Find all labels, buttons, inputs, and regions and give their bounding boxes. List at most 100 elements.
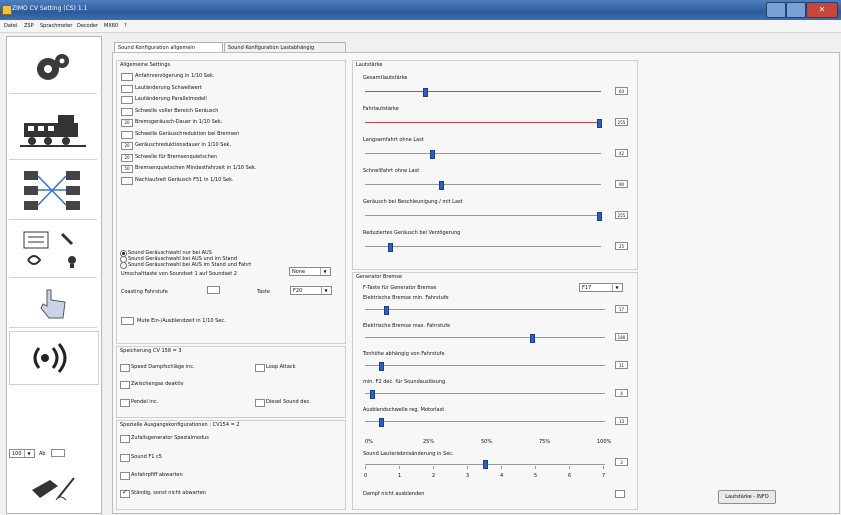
close-button[interactable]: ✕ bbox=[806, 2, 838, 18]
zwischengas-checkbox[interactable] bbox=[120, 381, 130, 389]
app-icon bbox=[2, 5, 12, 15]
delay-tick-label: 1 bbox=[398, 473, 402, 479]
radio-sound-fahrt[interactable] bbox=[120, 262, 127, 269]
setting-value-box[interactable] bbox=[121, 84, 133, 93]
menu-datei[interactable]: Datei bbox=[4, 23, 17, 29]
generator-slider-thumb[interactable] bbox=[369, 390, 375, 399]
delay-tick-label: 3 bbox=[466, 473, 470, 479]
ab-input[interactable] bbox=[51, 449, 65, 457]
coasting-input[interactable] bbox=[207, 286, 220, 294]
volume-slider-label: Gesamtlautstärke bbox=[363, 75, 408, 81]
menu-zsp[interactable]: ZSP bbox=[24, 23, 34, 29]
volume-title: Lautstärke bbox=[356, 62, 383, 68]
volume-slider-track bbox=[365, 215, 601, 216]
minimize-button[interactable] bbox=[766, 2, 786, 18]
delay-value[interactable]: 3 bbox=[615, 458, 628, 466]
cv158-title: Speicherung CV 158 = 3 bbox=[120, 348, 182, 354]
setting-value-box[interactable] bbox=[121, 96, 133, 104]
setting-value-box[interactable] bbox=[121, 130, 133, 139]
volume-slider-value[interactable]: 255 bbox=[615, 211, 628, 219]
pendel-label: Pendel inc. bbox=[131, 399, 159, 405]
volume-slider-track bbox=[365, 246, 601, 247]
speed-dampf-label: Speed Dampfschläge inc. bbox=[131, 364, 195, 370]
loop-attack-checkbox[interactable] bbox=[255, 364, 265, 372]
staendig-checkbox[interactable] bbox=[120, 488, 130, 498]
hand-touch-icon bbox=[40, 289, 66, 319]
menu-help[interactable]: ? bbox=[124, 23, 127, 29]
address-select[interactable]: 100 ▼ bbox=[9, 449, 35, 458]
sound-f1-checkbox[interactable] bbox=[120, 454, 130, 462]
generator-slider-value[interactable]: 4 bbox=[615, 389, 628, 397]
nav-touch[interactable] bbox=[9, 281, 97, 328]
nav-locomotive[interactable] bbox=[9, 99, 97, 160]
setting-value-box[interactable]: 20 bbox=[121, 119, 133, 127]
delay-slider-thumb[interactable] bbox=[483, 460, 488, 469]
delay-tick-label: 6 bbox=[568, 473, 572, 479]
nav-cv-settings[interactable] bbox=[9, 43, 97, 94]
delay-tick-label: 0 bbox=[364, 473, 368, 479]
anfahrpfiff-checkbox[interactable] bbox=[120, 472, 130, 480]
volume-slider-value[interactable]: 90 bbox=[615, 180, 628, 188]
mute-input[interactable] bbox=[121, 317, 134, 325]
taste-select[interactable]: F20 ▼ bbox=[290, 286, 332, 295]
general-settings-group: Allgemeine Settings Anfahrverzögerung in… bbox=[116, 60, 346, 344]
nav-write[interactable] bbox=[9, 467, 97, 507]
left-nav-panel: 100 ▼ Ab bbox=[6, 36, 102, 514]
generator-slider-thumb[interactable] bbox=[530, 334, 536, 343]
nav-function-mapping[interactable] bbox=[9, 163, 97, 220]
dampf-checkbox[interactable] bbox=[615, 490, 625, 498]
tab-sound-load[interactable]: Sound Konfiguration Lastabhängig bbox=[224, 42, 346, 52]
setting-value-box[interactable]: 50 bbox=[121, 165, 133, 173]
delay-tick-mark bbox=[603, 466, 604, 469]
setting-value-box[interactable]: 20 bbox=[121, 142, 133, 150]
diesel-sound-checkbox[interactable] bbox=[255, 399, 265, 407]
generator-brake-group: Generator Bremse F-Taste für Generator B… bbox=[352, 272, 638, 510]
menu-decoder[interactable]: Decoder bbox=[77, 23, 98, 29]
switch-soundset-label: Umschalttaste von Soundset 1 auf Soundse… bbox=[121, 271, 237, 277]
general-settings-title: Allgemeine Settings bbox=[120, 62, 171, 68]
tab-sound-general[interactable]: Sound Konfiguration allgemein bbox=[114, 42, 223, 52]
setting-value-box[interactable] bbox=[121, 73, 133, 81]
delay-tick-mark bbox=[433, 466, 434, 469]
volume-slider-value[interactable]: 64 bbox=[615, 87, 628, 95]
setting-value-box[interactable]: 20 bbox=[121, 153, 133, 162]
volume-slider-thumb[interactable] bbox=[439, 181, 445, 190]
menu-sprachmeter[interactable]: Sprachmeter bbox=[40, 23, 72, 29]
generator-slider-value[interactable]: 13 bbox=[615, 417, 628, 425]
volume-slider-label: Fahrlautstärke bbox=[363, 106, 399, 112]
volume-slider-value[interactable]: 25 bbox=[615, 242, 628, 250]
ftaste-generator-select[interactable]: F17 ▼ bbox=[579, 283, 623, 292]
switch-soundset-select[interactable]: None ▼ bbox=[289, 267, 331, 276]
volume-slider-value[interactable]: 255 bbox=[615, 118, 628, 126]
generator-slider-value[interactable]: 180 bbox=[615, 333, 628, 341]
setting-value-box[interactable] bbox=[121, 176, 133, 185]
speed-dampf-checkbox[interactable] bbox=[120, 364, 130, 372]
generator-slider-value[interactable]: 17 bbox=[615, 305, 628, 313]
nav-sound[interactable] bbox=[9, 331, 99, 385]
generator-slider-thumb[interactable] bbox=[379, 362, 385, 371]
generator-slider-thumb[interactable] bbox=[383, 306, 389, 315]
volume-slider-thumb[interactable] bbox=[423, 88, 428, 97]
nav-swiss-mapping[interactable] bbox=[9, 223, 97, 278]
generator-slider-track bbox=[365, 337, 605, 338]
zufallsgenerator-checkbox[interactable] bbox=[120, 435, 130, 443]
volume-slider-thumb[interactable] bbox=[597, 119, 602, 128]
maximize-button[interactable] bbox=[786, 2, 806, 18]
ftaste-generator-label: F-Taste für Generator Bremse bbox=[363, 285, 437, 291]
volume-slider-thumb[interactable] bbox=[597, 212, 602, 221]
locomotive-icon bbox=[20, 115, 86, 147]
volume-slider-thumb[interactable] bbox=[388, 243, 394, 252]
menu-mx60[interactable]: MX60 bbox=[104, 23, 118, 29]
setting-value-box[interactable] bbox=[121, 107, 133, 116]
setting-label: Schwelle für Bremsenquietschen bbox=[135, 153, 217, 160]
volume-slider-thumb[interactable] bbox=[429, 150, 435, 159]
pendel-checkbox[interactable] bbox=[120, 399, 130, 407]
volume-slider-value[interactable]: 42 bbox=[615, 149, 628, 157]
generator-slider-value[interactable]: 11 bbox=[615, 361, 628, 369]
generator-slider-track bbox=[365, 365, 605, 366]
volume-info-button[interactable]: Lautstärke - INFO bbox=[718, 490, 776, 504]
volume-slider-label: Langsamfahrt ohne Last bbox=[363, 137, 424, 143]
function-mapping-icon bbox=[24, 171, 80, 210]
generator-slider-thumb[interactable] bbox=[379, 418, 385, 427]
delay-tick-mark bbox=[399, 466, 400, 469]
